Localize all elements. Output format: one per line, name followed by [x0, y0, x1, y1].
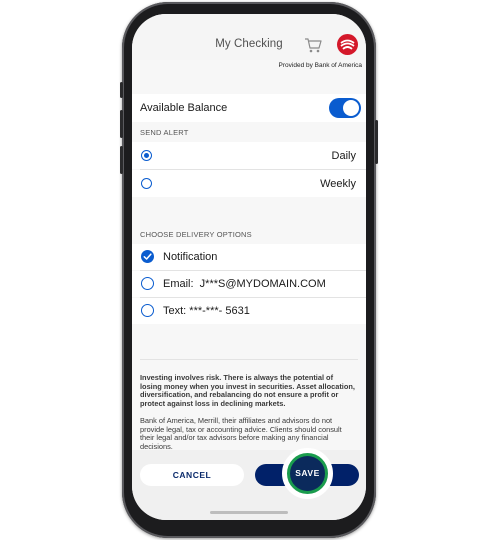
mute-switch [120, 82, 123, 98]
cancel-button[interactable]: CANCEL [140, 464, 244, 486]
legal-disclaimer: Bank of America, Merrill, their affiliat… [140, 416, 342, 452]
text-label: Text: ***-***- 5631 [163, 305, 250, 317]
delivery-section-label: CHOOSE DELIVERY OPTIONS [140, 230, 252, 239]
notification-label: Notification [163, 251, 218, 263]
cart-icon[interactable] [304, 37, 322, 53]
app-screen: My Checking Provided by Bank of America … [132, 14, 366, 520]
daily-radio[interactable] [141, 150, 152, 161]
app-header: My Checking [132, 14, 366, 60]
provided-by-text: Provided by Bank of America [278, 62, 362, 69]
weekly-radio[interactable] [141, 178, 152, 189]
checkmark-icon [143, 253, 152, 260]
alert-option-daily[interactable]: Daily [132, 142, 366, 169]
email-label: Email: J***S@MYDOMAIN.COM [163, 278, 326, 290]
page-title: My Checking [215, 38, 283, 50]
volume-up-button [120, 110, 123, 138]
divider [140, 359, 358, 360]
text-checkbox[interactable] [141, 304, 154, 317]
available-balance-label: Available Balance [140, 102, 228, 114]
send-alert-section-label: SEND ALERT [140, 128, 189, 137]
toggle-knob [343, 100, 359, 116]
email-checkbox[interactable] [141, 277, 154, 290]
home-indicator [210, 511, 288, 514]
delivery-option-text[interactable]: Text: ***-***- 5631 [132, 298, 366, 324]
weekly-label: Weekly [320, 178, 356, 190]
delivery-option-email[interactable]: Email: J***S@MYDOMAIN.COM [132, 271, 366, 297]
notification-checkbox[interactable] [141, 250, 154, 263]
daily-label: Daily [331, 150, 356, 162]
delivery-option-notification[interactable]: Notification [132, 244, 366, 270]
save-button[interactable]: SAVE [290, 456, 325, 491]
alert-option-weekly[interactable]: Weekly [132, 170, 366, 197]
volume-down-button [120, 146, 123, 174]
bank-logo-icon[interactable] [337, 34, 358, 55]
investment-disclaimer: Investing involves risk. There is always… [140, 373, 355, 409]
power-button [375, 120, 378, 164]
available-balance-toggle[interactable] [329, 98, 361, 118]
